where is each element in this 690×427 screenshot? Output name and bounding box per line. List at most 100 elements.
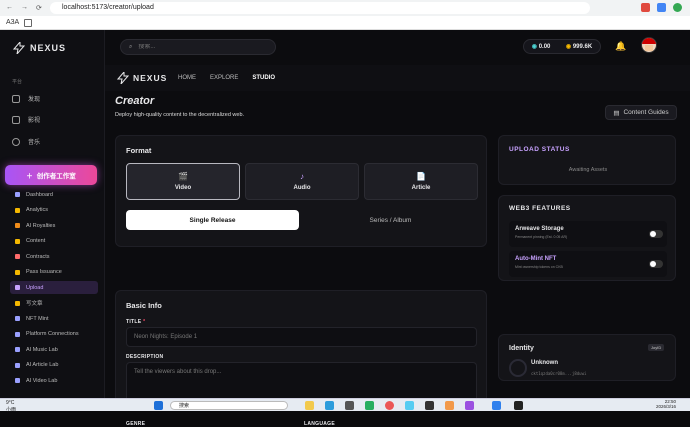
book-icon: ▤ <box>613 109 620 117</box>
taskbar-app-icon[interactable] <box>345 401 354 410</box>
menu-item-label: Platform Connections <box>26 331 79 337</box>
studio-logo[interactable]: NEXUS <box>117 72 167 84</box>
required-marker: * <box>143 319 146 325</box>
taskbar-search[interactable]: 搜索 <box>170 401 288 410</box>
upload-status-text: Awaiting Assets <box>568 167 608 173</box>
token-icon: ◉ <box>531 44 538 50</box>
sidebar-menu-item[interactable]: Analytics <box>10 204 98 217</box>
taskbar-app-icon[interactable] <box>445 401 454 410</box>
content-guides-button[interactable]: ▤ Content Guides <box>605 105 677 120</box>
feature-desc: Mint ownership tokens on CKB <box>515 265 563 269</box>
basic-info-title: Basic Info <box>126 301 162 310</box>
windows-start-icon[interactable] <box>154 401 163 410</box>
reload-icon[interactable]: ⟳ <box>36 4 42 12</box>
menu-item-label: Contracts <box>26 253 50 260</box>
tab-home[interactable]: HOME <box>178 75 196 81</box>
format-card: Format 🎬 Video ♪ Audio 📄 Article Single … <box>115 135 487 247</box>
tab-studio[interactable]: STUDIO <box>252 75 275 81</box>
sidebar-menu-item[interactable]: Content <box>10 235 98 248</box>
search-box[interactable]: ⌕ <box>120 39 276 55</box>
taskbar-app-icon[interactable] <box>305 401 314 410</box>
format-audio-option[interactable]: ♪ Audio <box>245 163 359 200</box>
bookmark-item[interactable]: A3A <box>6 19 19 26</box>
title-input[interactable]: Neon Nights: Episode 1 <box>126 327 477 347</box>
sidebar-item-label: 影视 <box>28 118 41 124</box>
extension-icon[interactable] <box>657 3 666 12</box>
description-label: DESCRIPTION <box>126 354 164 360</box>
sidebar-menu-item[interactable]: AI Royalties <box>10 219 98 232</box>
taskbar-app-icon[interactable] <box>325 401 334 410</box>
single-release-tab[interactable]: Single Release <box>126 210 299 230</box>
sidebar-menu-item[interactable]: Pass Issuance <box>10 266 98 279</box>
sidebar-menu-item[interactable]: AI Article Lab <box>10 359 98 372</box>
sidebar-menu-item[interactable]: Dashboard <box>10 188 98 201</box>
sidebar-menu-item[interactable]: 写文章 <box>10 297 98 310</box>
studio-tabs: HOME EXPLORE STUDIO <box>178 75 275 81</box>
notification-bell-icon[interactable]: 🔔 <box>615 41 626 52</box>
sidebar-menu-item[interactable]: AI Music Lab <box>10 343 98 356</box>
menu-item-label: Analytics <box>26 207 49 213</box>
menu-item-icon <box>15 378 20 383</box>
search-input[interactable] <box>138 44 259 50</box>
format-article-option[interactable]: 📄 Article <box>364 163 478 200</box>
forward-icon[interactable]: → <box>21 4 28 12</box>
menu-item-icon <box>15 254 20 259</box>
bolt-logo-icon <box>117 72 129 84</box>
taskbar-app-icon[interactable] <box>465 401 474 410</box>
menu-item-icon <box>15 207 20 213</box>
weather-widget[interactable]: 9°C 小雨 <box>6 400 16 413</box>
taskbar: 9°C 小雨 搜索 22:50 2026/3/16 <box>0 398 690 413</box>
sidebar-item-music[interactable]: 音乐 <box>12 137 40 146</box>
format-video-option[interactable]: 🎬 Video <box>126 163 240 200</box>
sidebar: NEXUS 平台 发现 影视 音乐 ＋ 创作者工作室 Dashboard Anal… <box>0 30 105 398</box>
tab-explore[interactable]: EXPLORE <box>210 75 238 81</box>
sidebar-menu-item[interactable]: Platform Connections <box>10 328 98 341</box>
sidebar-item-label: 发现 <box>28 97 41 103</box>
sidebar-menu-item[interactable]: Upload <box>10 281 98 294</box>
grid-icon[interactable] <box>24 19 32 27</box>
menu-item-icon <box>15 347 20 352</box>
bolt-logo-icon <box>13 42 25 54</box>
genre-label: GENRE <box>126 421 146 427</box>
sidebar-item-video[interactable]: 影视 <box>12 115 40 124</box>
taskbar-app-icon[interactable] <box>492 401 501 410</box>
browser-nav: ← → ⟳ <box>6 4 42 12</box>
menu-item-label: NFT Mint <box>26 315 49 322</box>
taskbar-app-icon[interactable] <box>425 401 434 410</box>
upload-status-card: UPLOAD STATUS Awaiting Assets <box>498 135 676 185</box>
menu-item-label: AI Article Lab <box>26 362 59 368</box>
sidebar-menu-item[interactable]: NFT Mint <box>10 312 98 325</box>
auto-mint-toggle[interactable] <box>649 260 663 268</box>
creator-studio-button[interactable]: ＋ 创作者工作室 <box>5 165 97 185</box>
web3-features-title: WEB3 FEATURES <box>509 205 571 212</box>
balance-primary-value: 0.00 <box>538 44 551 50</box>
back-icon[interactable]: ← <box>6 4 13 12</box>
clock[interactable]: 22:50 2026/3/16 <box>656 399 676 409</box>
address-bar[interactable]: localhost:5173/creator/upload <box>50 2 590 14</box>
extension-icon[interactable] <box>641 3 650 12</box>
sidebar-item-discover[interactable]: 发现 <box>12 94 40 103</box>
sidebar-menu-item[interactable]: AI Video Lab <box>10 374 98 387</box>
menu-item-label: Pass Issuance <box>26 269 62 275</box>
menu-item-icon <box>15 362 20 368</box>
app: NEXUS 平台 发现 影视 音乐 ＋ 创作者工作室 Dashboard Anal… <box>0 30 690 427</box>
menu-item-label: AI Video Lab <box>26 377 58 384</box>
series-album-tab[interactable]: Series / Album <box>304 210 477 230</box>
taskbar-app-icon[interactable] <box>405 401 414 410</box>
identity-avatar <box>509 359 527 377</box>
clock-date: 2026/3/16 <box>656 404 677 409</box>
extension-icon[interactable] <box>673 3 682 12</box>
top-bar: ⌕ ◉ 0.00 ◉ 999.6K 🔔 <box>105 30 690 64</box>
browser-toolbar: ← → ⟳ localhost:5173/creator/upload <box>0 0 690 16</box>
document-icon: 📄 <box>416 172 426 181</box>
avatar[interactable] <box>641 37 657 53</box>
sidebar-logo[interactable]: NEXUS <box>13 42 66 54</box>
arweave-toggle[interactable] <box>649 230 663 238</box>
taskbar-app-icon[interactable] <box>365 401 374 410</box>
taskbar-app-icon[interactable] <box>514 401 523 410</box>
taskbar-app-icon[interactable] <box>385 401 394 410</box>
weather-temp: 9°C <box>6 400 15 406</box>
sidebar-menu-item[interactable]: Contracts <box>10 250 98 263</box>
music-icon: ♪ <box>300 172 304 181</box>
wallet-balance[interactable]: ◉ 0.00 ◉ 999.6K <box>523 39 601 54</box>
